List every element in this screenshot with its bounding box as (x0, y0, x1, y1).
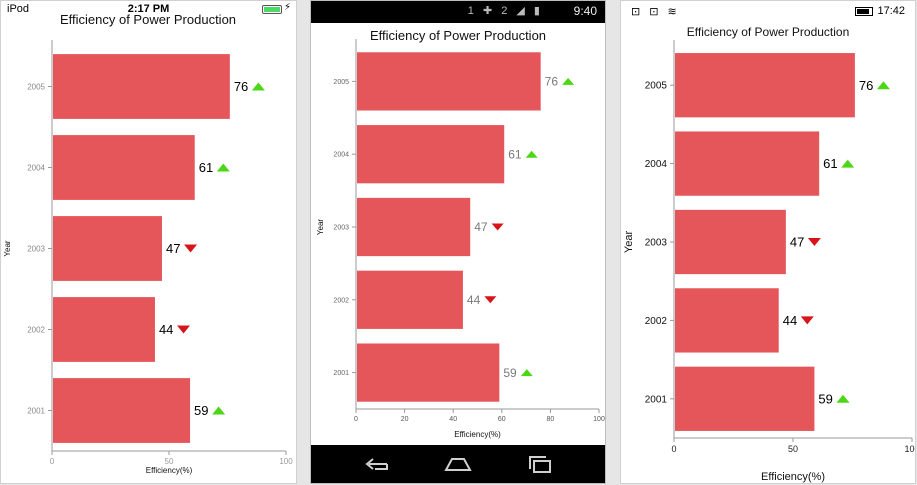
data-label-2005: 76 (234, 79, 248, 94)
back-icon[interactable] (361, 455, 391, 473)
windows-phone-device: ⊡ ⊡ ≋ 17:42 Efficiency of Power Producti… (620, 0, 916, 484)
x-tick-label-20: 20 (401, 416, 409, 423)
category-label-2003: 2003 (645, 238, 668, 249)
category-label-2004: 2004 (27, 163, 45, 172)
category-label-2002: 2002 (645, 316, 668, 327)
data-label-2001: 59 (503, 366, 517, 380)
bar-2002 (53, 297, 155, 362)
x-tick-label-40: 40 (449, 416, 457, 423)
status-icons: ⊡ ⊡ ≋ (631, 6, 680, 18)
trend-up-icon (841, 159, 855, 168)
x-axis-title: Efficiency(%) (761, 471, 825, 483)
category-label-2001: 2001 (27, 406, 45, 415)
trend-down-icon (484, 296, 497, 304)
data-label-2001: 59 (818, 391, 832, 406)
data-label-2001: 59 (194, 403, 208, 418)
status-time: 9:40 (573, 4, 597, 18)
trend-down-icon (491, 223, 504, 231)
trend-up-icon (562, 77, 575, 85)
data-label-2005: 76 (545, 75, 559, 89)
bar-2004 (357, 125, 505, 184)
category-label-2005: 2005 (645, 81, 668, 92)
trend-up-icon (836, 394, 850, 403)
data-label-2004: 61 (823, 156, 837, 171)
category-label-2005: 2005 (27, 82, 45, 91)
category-label-2004: 2004 (645, 159, 668, 170)
bar-2004 (53, 135, 195, 200)
chart-title: Efficiency of Power Production (60, 12, 236, 27)
y-axis-title: Year (623, 231, 635, 254)
status-time: 17:42 (877, 5, 905, 17)
trend-up-icon (212, 406, 226, 415)
bar-2003 (357, 197, 471, 257)
trend-up-icon (520, 369, 533, 377)
android-nav-bar (311, 445, 605, 483)
x-tick-label-0: 0 (354, 416, 358, 423)
efficiency-chart-android: Efficiency of Power Production2001 592002… (316, 28, 605, 439)
x-tick-label-80: 80 (547, 416, 555, 423)
battery-icon (855, 7, 873, 16)
data-label-2003: 47 (474, 220, 488, 234)
ios-device: iPod 2:17 PM ⚡ Efficiency of Power Produ… (0, 0, 297, 484)
category-label-2004: 2004 (333, 152, 349, 159)
x-tick-label-100: 100 (593, 416, 605, 423)
bar-2002 (675, 288, 779, 353)
bar-2005 (357, 52, 541, 111)
trend-up-icon (525, 150, 538, 158)
x-tick-label-0: 0 (50, 457, 55, 466)
data-label-2003: 47 (790, 235, 804, 250)
trend-down-icon (184, 244, 198, 253)
x-tick-label-100: 100 (279, 457, 293, 466)
data-label-2004: 61 (199, 160, 213, 175)
category-label-2001: 2001 (645, 394, 668, 405)
recent-apps-icon[interactable] (525, 455, 555, 473)
category-label-2003: 2003 (27, 244, 45, 253)
data-label-2002: 44 (783, 313, 797, 328)
data-label-2005: 76 (859, 78, 873, 93)
chart-title: Efficiency of Power Production (370, 28, 546, 43)
data-label-2002: 44 (467, 293, 481, 307)
home-icon[interactable] (443, 455, 473, 473)
x-axis-title: Efficiency(%) (146, 466, 193, 475)
x-tick-label-50: 50 (165, 457, 174, 466)
x-axis-title: Efficiency(%) (454, 430, 501, 439)
x-tick-label-60: 60 (498, 416, 506, 423)
category-label-2003: 2003 (333, 224, 349, 231)
efficiency-chart-winphone: Efficiency of Power Production 2001 59 2002… (623, 25, 915, 483)
trend-up-icon (876, 81, 890, 90)
trend-down-icon (800, 316, 814, 325)
x-tick-label-100: 100 (904, 444, 915, 454)
bar-2001 (357, 343, 500, 402)
android-device: 1 ✚ 2 ◢ ▮ 9:40 Efficiency of Power Produ… (310, 0, 606, 484)
bar-2002 (357, 270, 463, 329)
bar-2003 (53, 216, 162, 281)
data-label-2003: 47 (166, 241, 180, 256)
trend-up-icon (216, 163, 230, 172)
bar-2003 (675, 209, 786, 275)
bar-2005 (675, 53, 855, 118)
category-label-2002: 2002 (333, 297, 349, 304)
x-tick-label-0: 0 (671, 444, 676, 454)
status-icons: 1 ✚ 2 ◢ ▮ (467, 5, 543, 17)
data-label-2002: 44 (159, 322, 173, 337)
trend-down-icon (177, 325, 191, 334)
chart-title: Efficiency of Power Production (687, 25, 850, 39)
x-tick-label-50: 50 (788, 444, 798, 454)
category-label-2005: 2005 (333, 79, 349, 86)
trend-up-icon (251, 82, 265, 91)
y-axis-title: Year (3, 240, 12, 257)
efficiency-chart-ios: Efficiency of Power Production 2001 59 2002… (3, 12, 293, 475)
category-label-2002: 2002 (27, 325, 45, 334)
bar-2001 (675, 366, 815, 431)
android-status-bar: 1 ✚ 2 ◢ ▮ 9:40 (311, 1, 605, 23)
trend-down-icon (807, 238, 821, 246)
bar-2004 (675, 131, 820, 196)
category-label-2001: 2001 (333, 370, 349, 377)
data-label-2004: 61 (508, 147, 522, 161)
bar-2001 (53, 378, 191, 443)
bar-2005 (53, 54, 230, 119)
y-axis-title: Year (316, 219, 325, 236)
